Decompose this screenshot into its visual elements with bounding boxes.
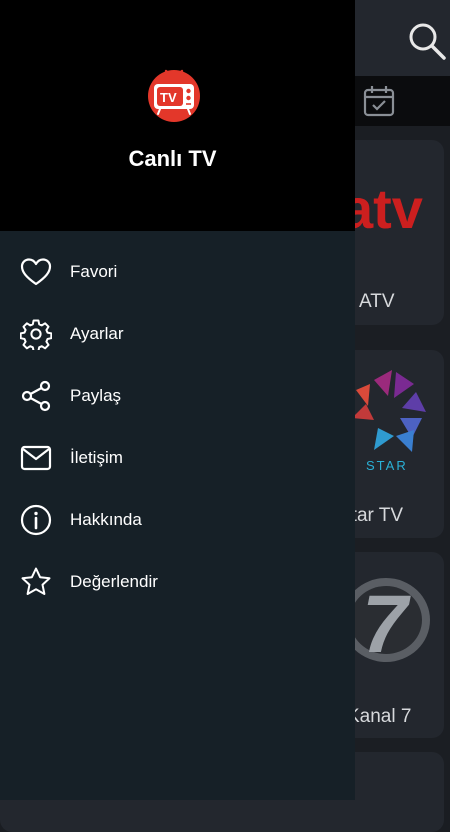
kanal7-logo: 7 <box>346 578 430 668</box>
calendar-icon[interactable] <box>362 84 396 118</box>
star-tv-logo: STAR <box>352 370 426 472</box>
menu-label: Değerlendir <box>70 572 158 591</box>
menu-label: Paylaş <box>70 386 122 405</box>
menu-item-degerlendir[interactable]: Değerlendir <box>0 551 355 613</box>
menu-item-iletisim[interactable]: İletişim <box>0 427 355 489</box>
app-title: Canlı TV <box>128 146 217 171</box>
channel-name: Kanal 7 <box>347 706 412 727</box>
drawer-menu: Favori Ayarlar Paylaş İletişim Hakkında … <box>0 241 355 613</box>
svg-text:STAR: STAR <box>366 458 408 472</box>
tv-logo-icon: TV <box>148 69 200 122</box>
drawer-header: TV Canlı TV <box>0 0 355 231</box>
mail-icon <box>20 445 52 471</box>
menu-item-paylas[interactable]: Paylaş <box>0 365 355 427</box>
menu-label: İletişim <box>70 448 123 467</box>
menu-label: Favori <box>70 262 118 281</box>
navigation-drawer: TV Canlı TV Favori Ayarlar Paylaş İletiş… <box>0 0 355 800</box>
svg-text:7: 7 <box>362 579 411 668</box>
menu-item-ayarlar[interactable]: Ayarlar <box>0 303 355 365</box>
gear-icon <box>20 319 52 350</box>
info-icon <box>20 504 52 536</box>
search-icon[interactable] <box>404 18 448 62</box>
share-icon <box>21 380 51 412</box>
svg-text:TV: TV <box>160 90 177 105</box>
menu-label: Ayarlar <box>70 324 124 343</box>
menu-label: Hakkında <box>70 510 142 529</box>
channel-name: ATV <box>359 291 395 312</box>
menu-item-hakkinda[interactable]: Hakkında <box>0 489 355 551</box>
heart-icon <box>20 258 52 286</box>
star-icon <box>21 567 51 595</box>
menu-item-favori[interactable]: Favori <box>0 241 355 303</box>
